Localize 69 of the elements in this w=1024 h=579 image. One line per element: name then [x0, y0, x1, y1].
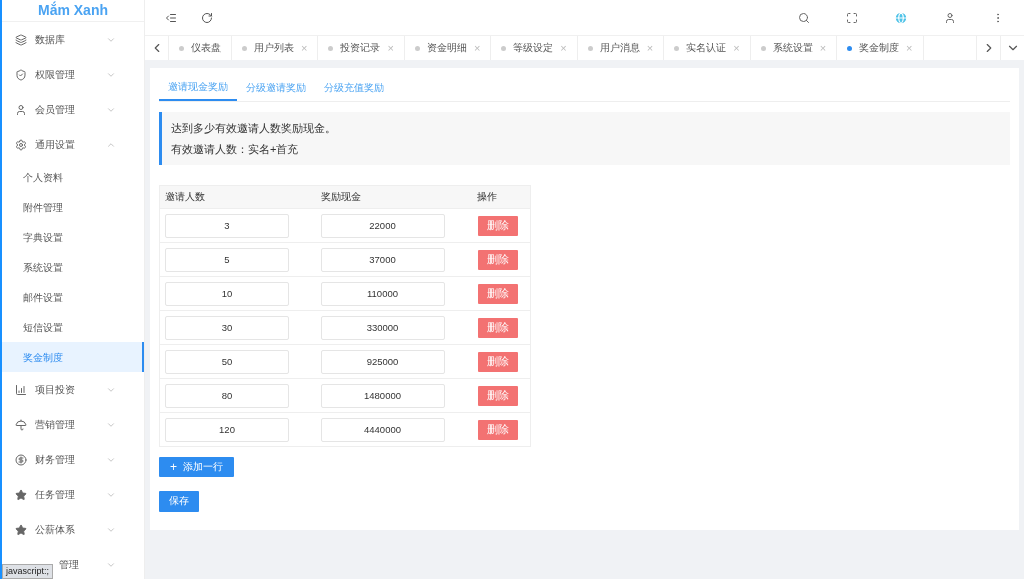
page-tab[interactable]: 资金明细 × — [404, 36, 492, 60]
tab-label: 系统设置 — [772, 40, 813, 55]
star-icon — [15, 488, 27, 501]
cash-input[interactable]: 22000 — [320, 213, 445, 238]
logo: Mắm Xanh — [38, 0, 108, 20]
sidebar-subitem[interactable]: 系统设置 — [2, 252, 144, 282]
cash-input[interactable]: 110000 — [320, 281, 445, 306]
sidebar-item[interactable]: 任务管理 — [2, 477, 144, 512]
menu-icon[interactable] — [165, 11, 177, 24]
sidebar-subitem[interactable]: 附件管理 — [2, 192, 144, 222]
sidebar-subitem[interactable]: 个人资料 — [2, 162, 144, 192]
page-tab[interactable]: 实名认证 × — [664, 36, 751, 60]
search-icon[interactable] — [798, 11, 810, 24]
count-input[interactable]: 80 — [165, 383, 289, 408]
sidebar-item[interactable]: 会员管理 — [2, 92, 144, 127]
chart-icon — [15, 383, 27, 396]
page-tab[interactable]: 投资记录 × — [318, 36, 405, 60]
tab-label: 用户消息 — [599, 40, 640, 55]
page-tab[interactable]: 系统设置 × — [750, 36, 838, 60]
dollar-icon — [15, 453, 27, 466]
sidebar-item[interactable]: 数据库 — [2, 22, 144, 57]
column-header: 操作 — [471, 185, 531, 209]
status-tooltip: javascript:; — [2, 564, 53, 579]
star-icon — [15, 523, 27, 536]
count-input[interactable]: 10 — [165, 281, 289, 306]
tab-label: 等级设定 — [513, 40, 554, 55]
count-input[interactable]: 50 — [165, 349, 289, 374]
globe-icon[interactable] — [894, 10, 908, 25]
page-tab[interactable]: 等级设定 × — [491, 36, 578, 60]
user-icon[interactable] — [944, 11, 956, 24]
sidebar-item[interactable]: 营销管理 — [2, 407, 144, 442]
notice-text: 有效邀请人数：实名+首充 — [171, 141, 300, 157]
notice-text: 达到多少有效邀请人数奖励现金。 — [171, 121, 337, 136]
cash-input[interactable]: 37000 — [320, 247, 445, 272]
sidebar-subitem[interactable]: 短信设置 — [2, 312, 144, 342]
sidebar-item[interactable]: 公薪体系 — [2, 512, 144, 547]
page-tab[interactable]: 仪表盘 — [169, 36, 232, 60]
tab-label: 奖金制度 — [859, 40, 900, 55]
settings-icon — [15, 138, 27, 151]
tab-label: 资金明细 — [426, 40, 467, 55]
shield-icon — [15, 68, 27, 81]
column-header: 奖励现金 — [315, 185, 472, 209]
count-input[interactable]: 120 — [165, 417, 289, 442]
page-tab[interactable]: 用户消息 × — [577, 36, 665, 60]
sidebar-item[interactable]: 财务管理 — [2, 442, 144, 477]
tab-label: 实名认证 — [686, 40, 727, 55]
refresh-icon[interactable] — [201, 11, 213, 24]
tab-label: 投资记录 — [340, 40, 381, 55]
user-icon — [15, 103, 27, 116]
cash-input[interactable]: 925000 — [320, 349, 445, 374]
cash-input[interactable]: 1480000 — [320, 383, 445, 408]
sidebar-subitem[interactable]: 邮件设置 — [2, 282, 144, 312]
sidebar-item[interactable]: 权限管理 — [2, 57, 144, 92]
sidebar-subitem[interactable]: 字典设置 — [2, 222, 144, 252]
layers-icon — [15, 33, 27, 46]
tab-label: 用户列表 — [254, 40, 294, 55]
umbrella-icon — [15, 418, 27, 431]
count-input[interactable]: 5 — [165, 247, 289, 272]
page-tab[interactable]: 用户列表 × — [232, 36, 319, 60]
count-input[interactable]: 3 — [165, 213, 289, 238]
cash-input[interactable]: 330000 — [320, 315, 445, 340]
tab-label: 仪表盘 — [191, 40, 221, 55]
cash-input[interactable]: 4440000 — [320, 417, 445, 442]
sidebar-item[interactable]: 项目投资 — [2, 372, 144, 407]
page-tab[interactable]: 奖金制度 × — [837, 36, 924, 60]
count-input[interactable]: 30 — [165, 315, 289, 340]
sidebar-item[interactable]: 通用设置 — [2, 127, 144, 162]
fullscreen-icon[interactable] — [846, 11, 858, 24]
column-header: 邀请人数 — [159, 185, 316, 209]
